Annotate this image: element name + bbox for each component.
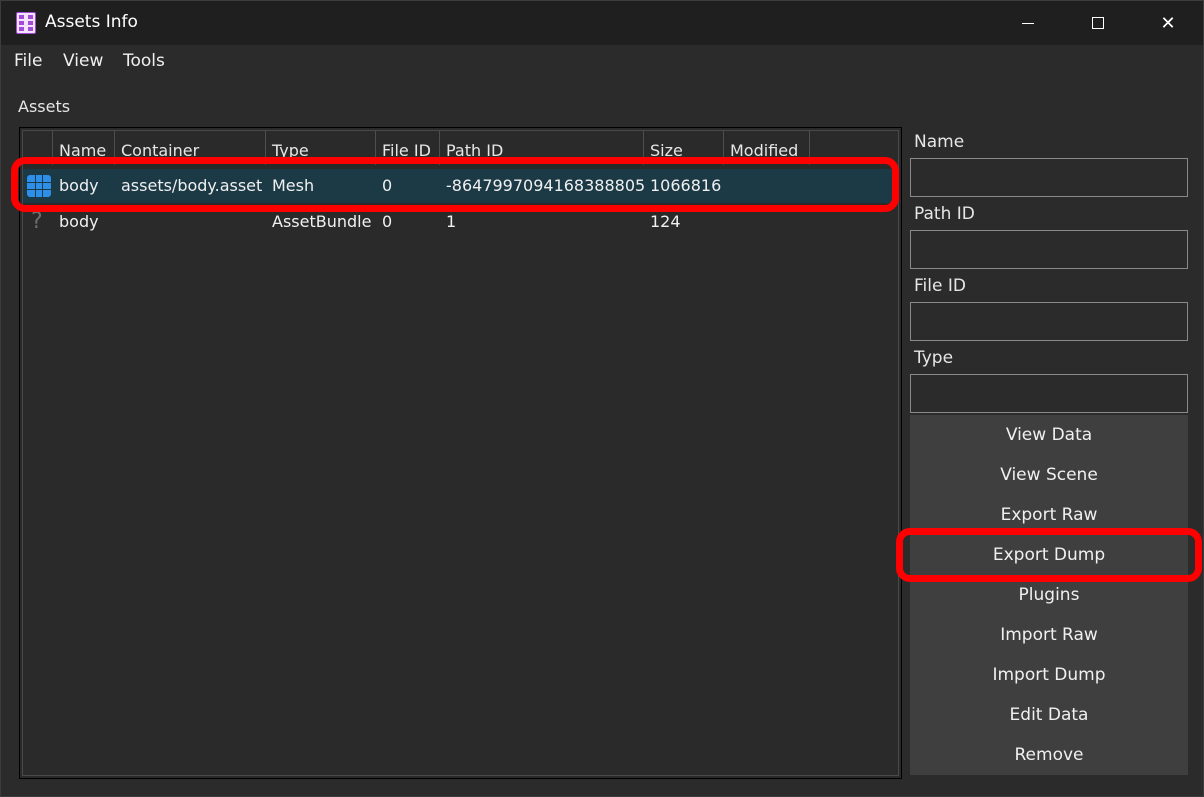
name-label: Name — [914, 132, 965, 152]
menu-tools[interactable]: Tools — [123, 51, 165, 71]
view-scene-button[interactable]: View Scene — [910, 455, 1188, 495]
type-field[interactable] — [910, 374, 1188, 413]
close-icon: ✕ — [1160, 12, 1176, 34]
menu-view[interactable]: View — [63, 51, 103, 71]
maximize-icon — [1092, 17, 1104, 29]
file-id-label: File ID — [914, 276, 966, 296]
menu-bar: File View Tools — [1, 45, 1203, 77]
highlight-selected-row — [11, 157, 899, 212]
view-data-button[interactable]: View Data — [910, 415, 1188, 455]
app-icon — [16, 12, 36, 34]
edit-data-button[interactable]: Edit Data — [910, 695, 1188, 735]
remove-button[interactable]: Remove — [910, 735, 1188, 775]
path-id-label: Path ID — [914, 204, 975, 224]
minimize-icon — [1022, 22, 1034, 24]
assets-section-label: Assets — [18, 97, 71, 116]
type-label: Type — [914, 348, 954, 368]
minimize-button[interactable] — [993, 1, 1063, 45]
file-id-field[interactable] — [910, 302, 1188, 341]
assets-info-window: Assets Info ✕ File View Tools Assets Nam… — [0, 0, 1204, 797]
menu-file[interactable]: File — [14, 51, 42, 71]
close-button[interactable]: ✕ — [1133, 1, 1203, 45]
action-buttons: View Data View Scene Export Raw Export D… — [910, 415, 1188, 775]
name-field[interactable] — [910, 158, 1188, 197]
import-raw-button[interactable]: Import Raw — [910, 615, 1188, 655]
window-title: Assets Info — [45, 12, 138, 32]
title-bar: Assets Info ✕ — [1, 1, 1203, 45]
highlight-export-dump — [896, 528, 1202, 582]
assets-table: Name Container Type File ID Path ID Size… — [19, 127, 902, 779]
import-dump-button[interactable]: Import Dump — [910, 655, 1188, 695]
path-id-field[interactable] — [910, 230, 1188, 269]
maximize-button[interactable] — [1063, 1, 1133, 45]
